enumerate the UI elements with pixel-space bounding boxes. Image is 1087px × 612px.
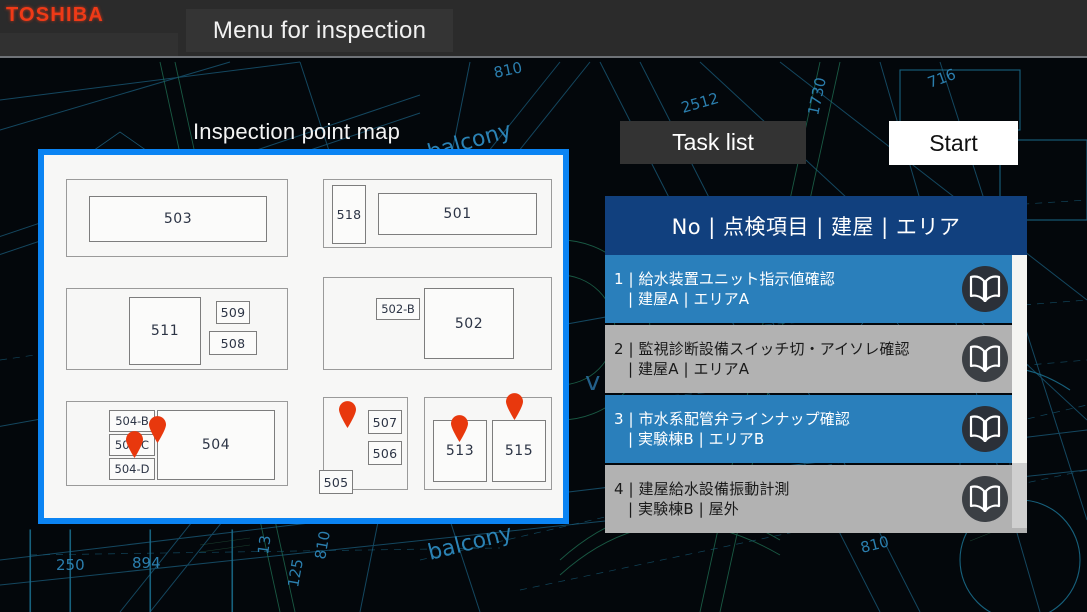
task-row[interactable]: 3 | 市水系配管弁ラインナップ確認 | 実験棟B | エリアB [605,395,1027,463]
room-box-509[interactable]: 509 [216,301,250,324]
room-label: 506 [372,445,398,461]
inspection-point-map-panel[interactable]: 503 518 501 511 509 508 502-B 502 504-B … [38,149,569,524]
task-row[interactable]: 2 | 監視診断設備スイッチ切・アイソレ確認 | 建屋A | エリアA [605,325,1027,393]
task-row-line1: 1 | 給水装置ユニット指示値確認 [614,269,835,288]
room-label: 515 [504,443,534,459]
task-list-panel: No | 点検項目 | 建屋 | エリア 1 | 給水装置ユニット指示値確認 |… [605,196,1027,533]
start-button[interactable]: Start [889,121,1018,165]
task-row-line1: 4 | 建屋給水設備振動計測 [614,479,790,498]
room-label: 504-B [115,414,149,428]
logo-plate [0,33,178,58]
map-pin-513-b[interactable] [450,415,469,442]
task-list-scrollbar-thumb[interactable] [1012,255,1027,463]
task-list-header: No | 点検項目 | 建屋 | エリア [605,196,1027,255]
room-label: 508 [220,335,246,351]
room-label: 502-B [381,302,415,316]
book-icon[interactable] [961,265,1009,313]
map-pin-507[interactable] [338,401,357,428]
map-pin-504-a[interactable] [125,431,144,458]
room-group-503: 503 [66,179,288,257]
svg-text:250: 250 [56,556,85,574]
room-box-518[interactable]: 518 [332,185,366,244]
room-box-502[interactable]: 502 [424,288,514,359]
room-label: 505 [323,474,349,490]
room-box-503[interactable]: 503 [89,196,267,242]
room-label: 503 [163,211,193,227]
room-group-505: 507 506 505 [319,397,408,494]
room-label: 504-D [114,462,150,476]
task-row-line2: | 建屋A | エリアA [628,290,750,308]
task-row-line2: | 実験棟B | エリアB [628,430,765,448]
room-group-513: 513 515 [424,393,552,490]
task-row-line1: 2 | 監視診断設備スイッチ切・アイソレ確認 [614,339,910,358]
room-label: 502 [454,315,484,332]
header-underline [0,56,1087,58]
room-label: 511 [150,323,180,339]
room-group-501: 518 501 [323,179,552,248]
room-group-511: 511 509 508 [66,288,288,370]
svg-text:894: 894 [132,554,161,572]
task-row-line2: | 建屋A | エリアA [628,360,750,378]
task-list-rows: 1 | 給水装置ユニット指示値確認 | 建屋A | エリアA 2 | 監視診断設… [605,255,1027,533]
room-box-511[interactable]: 511 [129,297,201,365]
room-box-501[interactable]: 501 [378,193,537,235]
room-group-504: 504-B 504-C 504-D 504 [66,401,288,486]
room-box-508[interactable]: 508 [209,331,257,355]
task-row-line1: 3 | 市水系配管弁ラインナップ確認 [614,409,850,428]
book-icon[interactable] [961,405,1009,453]
room-label: 509 [220,305,246,320]
map-canvas: 503 518 501 511 509 508 502-B 502 504-B … [44,155,563,518]
task-row-line2: | 実験棟B | 屋外 [628,500,739,518]
room-box-506[interactable]: 506 [368,441,402,465]
room-label: 518 [336,207,362,222]
room-box-504[interactable]: 504 [157,410,275,480]
app-root: 810 2512 1730 716 810 13 810 125 250 894… [0,0,1087,612]
task-row[interactable]: 4 | 建屋給水設備振動計測 | 実験棟B | 屋外 [605,465,1027,533]
room-label: 504 [201,437,231,453]
svg-text:13: 13 [254,534,274,555]
svg-text:v: v [585,367,600,397]
map-pin-504-b[interactable] [148,416,167,443]
room-label: 513 [445,443,475,459]
book-icon[interactable] [961,335,1009,383]
room-box-504-D[interactable]: 504-D [109,458,155,480]
page-title: Menu for inspection [212,16,427,44]
room-box-507[interactable]: 507 [368,410,402,434]
toshiba-logo: TOSHIBA [6,4,105,26]
task-row[interactable]: 1 | 給水装置ユニット指示値確認 | 建屋A | エリアA [605,255,1027,323]
room-group-502: 502-B 502 [323,277,552,370]
inspection-point-map-heading: Inspection point map [192,119,401,144]
room-label: 507 [372,414,398,430]
room-label: 501 [443,206,472,222]
task-list-button[interactable]: Task list [620,121,806,164]
room-box-505[interactable]: 505 [319,470,353,494]
map-pin-513-a[interactable] [505,393,524,420]
book-icon[interactable] [961,475,1009,523]
room-box-515[interactable]: 515 [492,420,546,482]
room-box-502-B[interactable]: 502-B [376,298,420,320]
